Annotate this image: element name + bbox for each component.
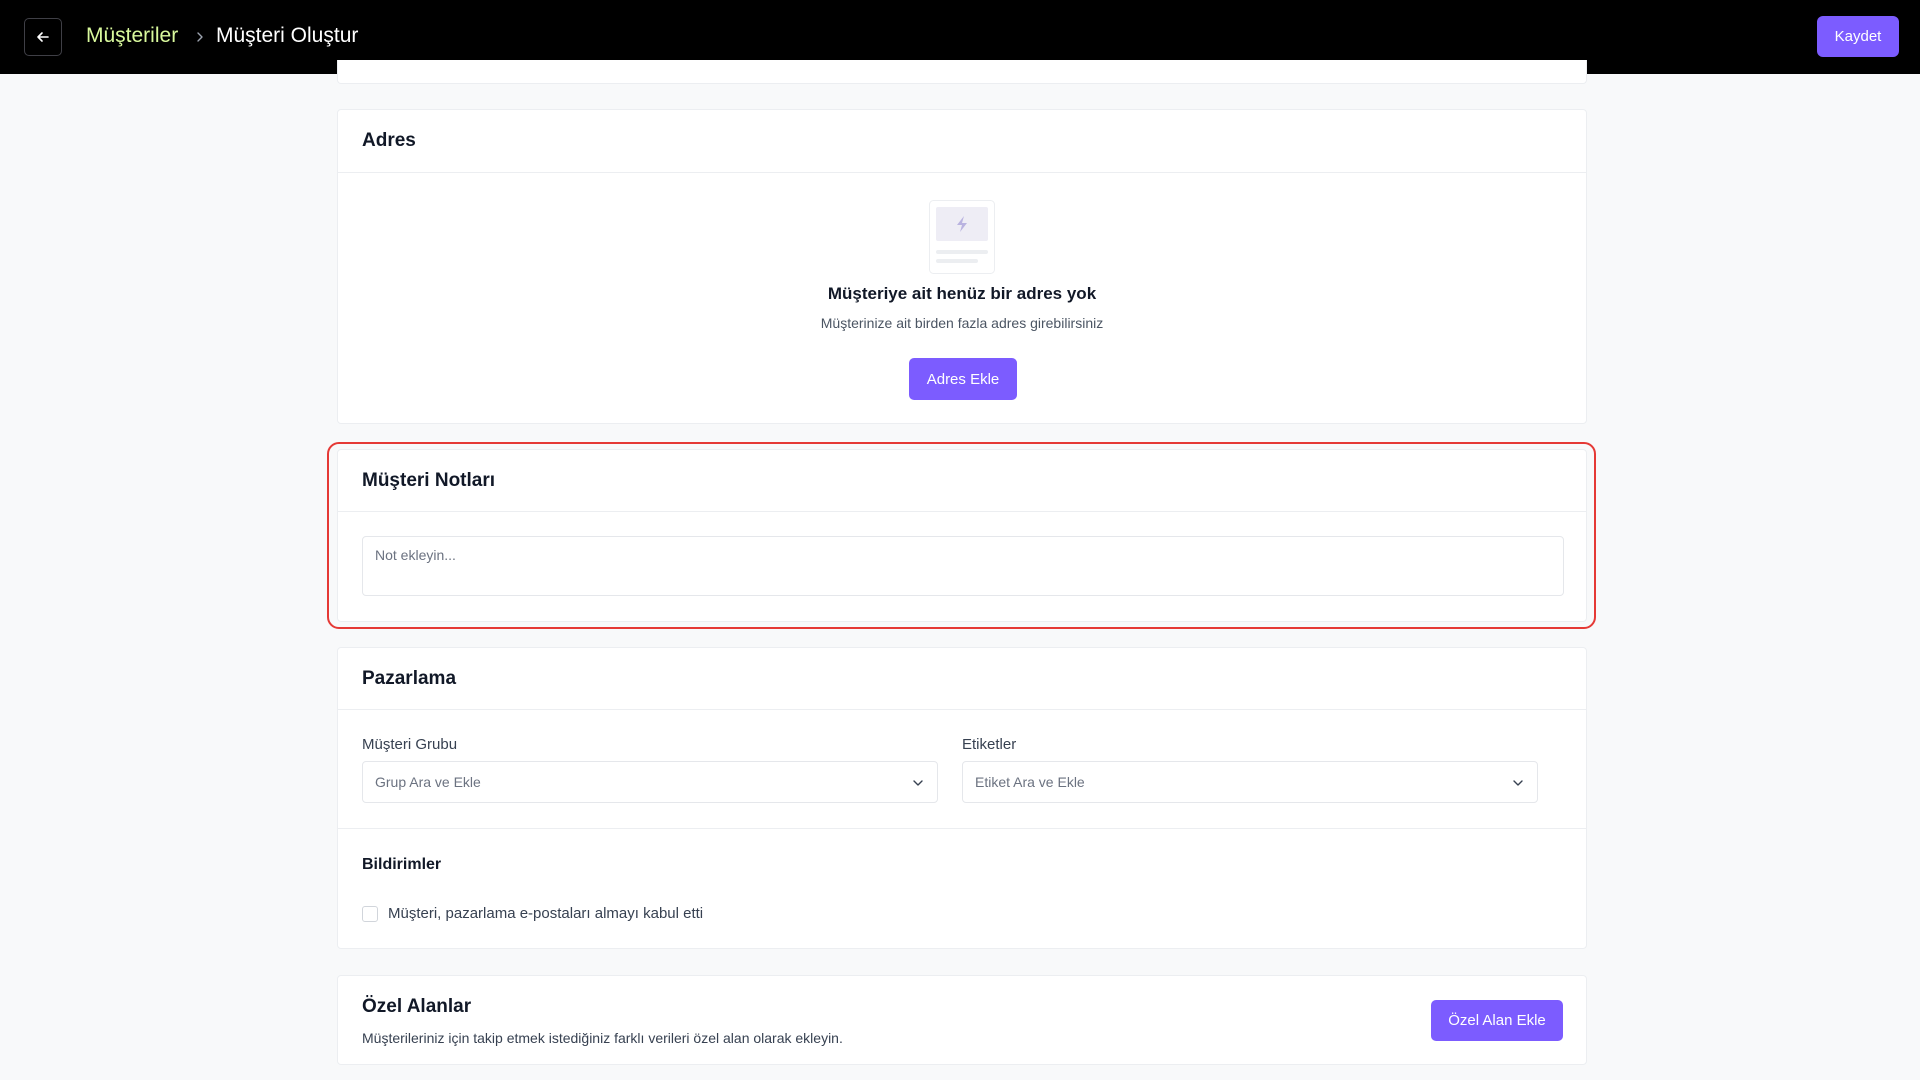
address-card-title: Adres: [362, 130, 416, 151]
marketing-card: Pazarlama Müşteri Grubu Grup Ara ve Ekle…: [337, 647, 1587, 949]
empty-state-title: Müşteriye ait henüz bir adres yok: [827, 284, 1097, 303]
customer-group-placeholder: Grup Ara ve Ekle: [375, 774, 481, 790]
notes-input[interactable]: [362, 536, 1564, 596]
add-custom-field-button[interactable]: Özel Alan Ekle: [1431, 1000, 1563, 1041]
divider: [338, 828, 1586, 829]
address-card: Adres Müşteriye ait henüz bir adres yok …: [337, 109, 1587, 424]
custom-fields-subtitle: Müşterileriniz için takip etmek istediği…: [362, 1030, 843, 1046]
divider: [338, 172, 1586, 173]
breadcrumb-parent-link[interactable]: Müşteriler: [86, 24, 178, 48]
chevron-down-icon: [913, 780, 923, 786]
chevron-down-icon: [1513, 780, 1523, 786]
email-consent-checkbox[interactable]: [362, 906, 378, 922]
customer-group-label: Müşteri Grubu: [362, 736, 458, 753]
email-consent-label[interactable]: Müşteri, pazarlama e-postaları almayı ka…: [388, 905, 703, 922]
page-title: Müşteri Oluştur: [216, 24, 359, 47]
tags-label: Etiketler: [962, 736, 1017, 753]
back-button[interactable]: [24, 18, 62, 56]
custom-fields-card: Özel Alanlar Müşterileriniz için takip e…: [337, 975, 1587, 1065]
tags-placeholder: Etiket Ara ve Ekle: [975, 774, 1085, 790]
arrow-left-icon: [37, 32, 49, 42]
divider: [338, 511, 1586, 512]
tags-select[interactable]: Etiket Ara ve Ekle: [962, 761, 1538, 803]
notes-card-title: Müşteri Notları: [362, 470, 496, 491]
previous-card-edge: [337, 60, 1587, 84]
customer-notes-card: Müşteri Notları: [337, 449, 1587, 622]
divider: [338, 709, 1586, 710]
notifications-title: Bildirimler: [362, 856, 442, 873]
chevron-right-icon: [197, 32, 203, 42]
empty-document-icon: [929, 200, 995, 274]
save-button[interactable]: Kaydet: [1817, 16, 1899, 57]
customer-group-select[interactable]: Grup Ara ve Ekle: [362, 761, 938, 803]
marketing-card-title: Pazarlama: [362, 668, 457, 689]
custom-fields-title: Özel Alanlar: [362, 996, 472, 1017]
empty-state-subtitle: Müşterinize ait birden fazla adres gireb…: [820, 315, 1104, 331]
add-address-button[interactable]: Adres Ekle: [909, 358, 1017, 400]
